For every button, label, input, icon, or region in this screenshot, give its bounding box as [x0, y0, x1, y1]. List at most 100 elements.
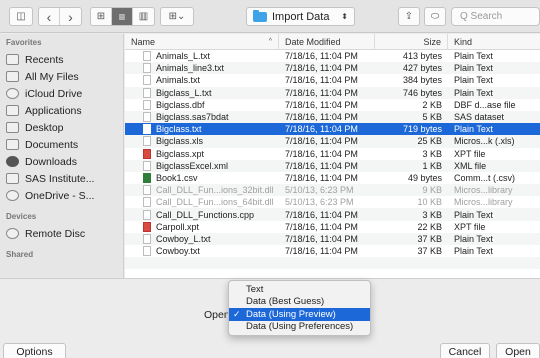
file-size-cell: 37 KB	[375, 245, 448, 257]
sidebar-toggle-button[interactable]: ◫	[9, 7, 33, 26]
sidebar-item-sas-institute[interactable]: SAS Institute...	[0, 170, 123, 187]
file-kind-cell: Plain Text	[448, 123, 540, 135]
column-header-kind[interactable]: Kind	[448, 34, 540, 49]
file-size: 3 KB	[422, 148, 442, 159]
sidebar-item-applications[interactable]: Applications	[0, 102, 123, 119]
table-row[interactable]: Bigclass_L.txt 7/18/16, 11:04 PM 746 bytes…	[125, 86, 540, 99]
cancel-button[interactable]: Cancel	[440, 343, 490, 358]
column-header-name[interactable]: Name ^	[125, 34, 279, 49]
table-row[interactable]: Call_DLL_Fun...ions_64bit.dll 5/10/13, 6:…	[125, 196, 540, 208]
table-row[interactable]: Book1.csv 7/18/16, 11:04 PM 49 bytes Comm..…	[125, 172, 540, 184]
back-button[interactable]: ‹	[39, 8, 60, 25]
file-date: 7/18/16, 11:04 PM	[285, 233, 358, 244]
file-kind: Micros...library	[454, 185, 513, 196]
sidebar-item-icloud-drive[interactable]: iCloud Drive	[0, 85, 123, 102]
file-kind-cell: Comm...t (.csv)	[448, 172, 540, 184]
file-date-cell: 7/18/16, 11:04 PM	[279, 50, 375, 62]
sidebar-item-downloads[interactable]: Downloads	[0, 153, 123, 170]
grid-icon: ⊞	[96, 11, 106, 22]
file-date-cell: 7/18/16, 11:04 PM	[279, 148, 375, 160]
table-row[interactable]: Cowboy.txt 7/18/16, 11:04 PM 37 KB Plain Te…	[125, 245, 540, 257]
column-header-size[interactable]: Size	[375, 34, 448, 49]
file-date-cell: 7/18/16, 11:04 PM	[279, 160, 375, 172]
table-row[interactable]: BigclassExcel.xml 7/18/16, 11:04 PM 1 KB XM…	[125, 159, 540, 172]
forward-button[interactable]: ›	[60, 8, 81, 25]
file-date: 7/18/16, 11:04 PM	[285, 124, 358, 135]
table-row[interactable]: Animals_line3.txt 7/18/16, 11:04 PM 427 by…	[125, 62, 540, 75]
column-header-label: Name	[131, 36, 156, 47]
sidebar-item-onedrive[interactable]: OneDrive - S...	[0, 187, 123, 204]
table-row[interactable]: Bigclass.xpt 7/18/16, 11:04 PM 3 KB XPT fil…	[125, 148, 540, 160]
disc-icon	[6, 228, 19, 239]
sidebar-item-all-my-files[interactable]: All My Files	[0, 68, 123, 85]
file-name: BigclassExcel.xml	[156, 160, 229, 171]
file-icon	[143, 172, 151, 183]
file-name: Bigclass_L.txt	[156, 87, 212, 98]
file-name: Cowboy_L.txt	[156, 233, 211, 244]
file-name-cell: Bigclass.xls	[125, 135, 279, 147]
file-size: 22 KB	[417, 221, 442, 232]
file-name: Call_DLL_Fun...ions_64bit.dll	[156, 197, 274, 208]
table-row[interactable]: Bigclass.txt 7/18/16, 11:04 PM 719 bytes Pl…	[125, 123, 540, 136]
menu-item[interactable]: Data (Using Preferences)	[229, 321, 370, 334]
menu-item[interactable]: Text	[229, 283, 370, 296]
sidebar-item-desktop[interactable]: Desktop	[0, 119, 123, 136]
table-row[interactable]: Bigclass.sas7bdat 7/18/16, 11:04 PM 5 KB SA…	[125, 110, 540, 124]
file-name: Bigclass.dbf	[156, 99, 205, 110]
table-row[interactable]: Carpoll.xpt 7/18/16, 11:04 PM 22 KB XPT fil…	[125, 221, 540, 233]
file-date: 7/18/16, 11:04 PM	[285, 75, 358, 86]
file-date-cell: 7/18/16, 11:04 PM	[279, 135, 375, 147]
sidebar-item-remote-disc[interactable]: Remote Disc	[0, 225, 123, 242]
menu-item[interactable]: ✓ Data (Using Preview)	[229, 308, 370, 321]
table-row[interactable]: Bigclass.dbf 7/18/16, 11:04 PM 2 KB DBF d..…	[125, 99, 540, 111]
table-row[interactable]: Call_DLL_Fun...ions_32bit.dll 5/10/13, 6:…	[125, 184, 540, 197]
sidebar-item-recents[interactable]: Recents	[0, 51, 123, 68]
file-name-cell: Cowboy.txt	[125, 245, 279, 257]
table-row[interactable]: Cowboy_L.txt 7/18/16, 11:04 PM 37 KB Plain …	[125, 232, 540, 245]
column-header-label: Kind	[454, 36, 473, 47]
cloud-icon	[6, 190, 19, 201]
path-popup[interactable]: Import Data ⬍	[246, 7, 355, 26]
table-row[interactable]: Call_DLL_Functions.cpp 7/18/16, 11:04 PM 3…	[125, 208, 540, 221]
file-date: 7/18/16, 11:04 PM	[285, 246, 358, 257]
file-kind-cell: Plain Text	[448, 233, 540, 245]
sidebar-item-documents[interactable]: Documents	[0, 136, 123, 153]
sidebar-item-label: SAS Institute...	[25, 172, 95, 185]
table-row[interactable]: Animals_L.txt 7/18/16, 11:04 PM 413 bytes P…	[125, 50, 540, 62]
file-date-cell: 7/18/16, 11:04 PM	[279, 245, 375, 257]
sidebar: Favorites Recents All My Files iCloud Dr…	[0, 34, 124, 278]
file-name: Carpoll.xpt	[156, 221, 200, 232]
list-icon: ≡	[118, 9, 126, 24]
tag-button[interactable]: ⬭	[424, 7, 446, 26]
file-name-cell: Carpoll.xpt	[125, 221, 279, 233]
list-view-button[interactable]: ≡	[112, 8, 133, 25]
chevron-right-icon: ›	[68, 8, 73, 25]
table-row[interactable]	[125, 257, 540, 270]
share-button[interactable]: ⇪	[398, 7, 420, 26]
search-input[interactable]: Q Search	[451, 7, 540, 26]
menu-item-label: Data (Using Preview)	[246, 308, 336, 320]
file-kind-cell: DBF d...ase file	[448, 99, 540, 111]
table-row[interactable]: Bigclass.xls 7/18/16, 11:04 PM 25 KB Micros…	[125, 135, 540, 148]
icon-view-button[interactable]: ⊞	[91, 8, 112, 25]
file-kind: Plain Text	[454, 209, 493, 220]
arrange-button[interactable]: ⊞⌄	[160, 7, 194, 26]
menu-item[interactable]: Data (Best Guess)	[229, 296, 370, 309]
file-date: 7/18/16, 11:04 PM	[285, 148, 358, 159]
options-button[interactable]: Options	[3, 343, 66, 358]
table-row[interactable]: Animals.txt 7/18/16, 11:04 PM 384 bytes Pla…	[125, 74, 540, 86]
column-view-button[interactable]: ▥	[133, 8, 154, 25]
view-mode-control: ⊞ ≡ ▥	[90, 7, 155, 26]
file-size-cell: 49 bytes	[375, 172, 448, 184]
favorites-heading: Favorites	[6, 38, 42, 47]
file-size-cell	[375, 257, 448, 269]
open-button[interactable]: Open	[496, 343, 540, 358]
file-kind: SAS dataset	[454, 112, 505, 123]
tag-icon: ⬭	[430, 11, 440, 22]
file-date: 7/18/16, 11:04 PM	[285, 112, 358, 123]
documents-icon	[6, 139, 19, 150]
file-size: 1 KB	[422, 160, 442, 171]
file-kind-cell: Plain Text	[448, 245, 540, 257]
column-header-date[interactable]: Date Modified	[279, 34, 375, 49]
file-name: Book1.csv	[156, 172, 198, 183]
